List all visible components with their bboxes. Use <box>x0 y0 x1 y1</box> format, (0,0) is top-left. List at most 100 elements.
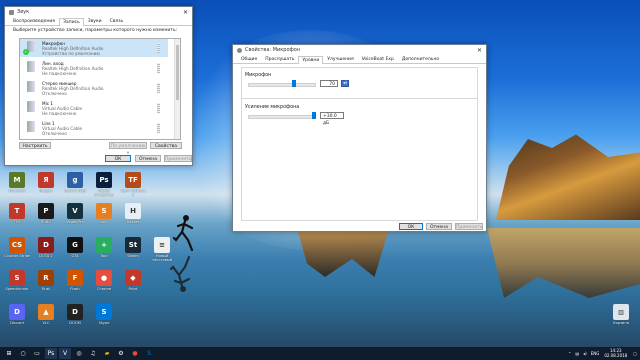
tab-voiceboat[interactable]: VoiceBoat Exp <box>358 55 398 63</box>
device-item[interactable]: Лин. вход Realtek High Definition Audio Не… <box>20 59 168 77</box>
desktop-icon[interactable]: D DOTA 2 <box>33 237 59 258</box>
set-default-button[interactable]: По умолчанию ▾ <box>109 142 147 156</box>
boost-track[interactable] <box>248 115 316 119</box>
tab-listen[interactable]: Прослушать <box>261 55 298 63</box>
levels-panel: Микрофон 70 ◂) Усиление микрофона +30.0 … <box>241 67 478 221</box>
desktop-icon[interactable]: St Steam <box>120 237 146 258</box>
props-dialog-titlebar[interactable]: Свойства: Микрофон ✕ <box>233 45 486 55</box>
taskbar-sound-icon[interactable]: ♫ <box>87 348 99 359</box>
desktop-icon[interactable]: D Discord <box>4 304 30 325</box>
desktop-icon[interactable]: TF Team Fortress 2 <box>120 172 146 197</box>
mute-speaker-icon[interactable]: ◂) <box>341 80 349 87</box>
close-icon[interactable]: ✕ <box>183 9 188 16</box>
wallpaper-rock-reflection <box>487 228 640 298</box>
taskbar-chrome-icon[interactable]: ● <box>129 348 141 359</box>
props-dialog-title: Свойства: Микрофон <box>245 47 301 53</box>
recycle-bin[interactable]: ▥ Корзина <box>608 304 634 325</box>
desktop-icon-label: PUBG <box>41 220 51 224</box>
device-item[interactable]: Стерео микшер Realtek High Definition Aud… <box>20 79 168 97</box>
desktop-icon[interactable]: g Garry's Mod <box>62 172 88 193</box>
desktop-icon[interactable]: CS Counter-Strike <box>4 237 30 258</box>
app-icon: D <box>9 304 25 320</box>
mic-level-thumb[interactable] <box>292 80 297 87</box>
props-ok-button[interactable]: ОК <box>399 223 423 230</box>
device-status: Не подключено <box>42 71 77 76</box>
desktop-icon[interactable]: V Vegas Pro <box>62 203 88 224</box>
desktop-icon[interactable]: S Skype <box>91 304 117 325</box>
search-icon[interactable]: ○ <box>17 348 29 359</box>
app-icon: Я <box>38 172 54 188</box>
language-indicator[interactable]: ENG <box>591 351 600 356</box>
close-icon[interactable]: ✕ <box>477 47 482 54</box>
chevron-up-icon[interactable]: ⌃ <box>568 351 571 356</box>
desktop-icon[interactable]: + Tool <box>91 237 117 258</box>
tab-levels[interactable]: Уровни <box>298 56 324 64</box>
scrollbar-thumb[interactable] <box>176 45 179 100</box>
props-cancel-button[interactable]: Отмена <box>426 223 452 230</box>
taskbar-vegas-icon[interactable]: V <box>59 348 71 359</box>
taskbar-photoshop-icon[interactable]: Ps <box>45 348 57 359</box>
tab-general[interactable]: Общие <box>237 55 261 63</box>
device-item[interactable]: ✓ Микрофон Realtek High Definition Audio Ус… <box>20 39 168 57</box>
network-icon[interactable]: ▤ <box>575 351 579 356</box>
desktop-icon[interactable]: ≡ Новый текстовый <box>149 237 175 262</box>
desktop-icon[interactable]: F Flash <box>62 270 88 291</box>
desktop-icon[interactable]: T TF2 <box>4 203 30 224</box>
boost-thumb[interactable] <box>312 112 316 119</box>
level-meter <box>157 63 160 73</box>
app-icon: S <box>96 203 112 219</box>
desktop-icon-label: Новый текстовый <box>151 254 173 262</box>
desktop-icon[interactable]: ▲ VLC <box>33 304 59 325</box>
tab-playback[interactable]: Воспроизведение <box>9 17 59 25</box>
recycle-bin-icon: ▥ <box>613 304 629 320</box>
device-list-scrollbar[interactable] <box>174 39 180 139</box>
device-list: ✓ Микрофон Realtek High Definition Audio Ус… <box>19 38 181 140</box>
desktop-icon[interactable]: P PUBG <box>33 203 59 224</box>
taskbar-explorer-icon[interactable]: ▰ <box>101 348 113 359</box>
desktop-icon[interactable]: S Speedrunner <box>4 270 30 291</box>
tab-communications[interactable]: Связь <box>106 17 128 25</box>
tab-recording[interactable]: Запись <box>59 18 84 26</box>
tab-sounds[interactable]: Звуки <box>84 17 106 25</box>
boost-label: Усиление микрофона <box>245 105 300 110</box>
app-icon: G <box>67 237 83 253</box>
device-item[interactable]: Mic 1 Virtual Audio Cable Не подключено <box>20 99 168 117</box>
desktop-icon[interactable]: ◆ Paint <box>120 270 146 291</box>
start-windows-icon[interactable]: ⊞ <box>3 348 15 359</box>
desktop-icon[interactable]: R Rust <box>33 270 59 291</box>
desktop-icon[interactable]: Ps Adobe Photoshop <box>91 172 117 197</box>
desktop-icon[interactable]: M Minecraft <box>4 172 30 193</box>
taskbar-skype-icon[interactable]: S <box>143 348 155 359</box>
sound-dialog-titlebar[interactable]: Звук ✕ <box>5 7 192 17</box>
desktop-icon[interactable]: H Hacker <box>120 203 146 224</box>
device-text: Стерео микшер Realtek High Definition Aud… <box>42 81 103 97</box>
tab-advanced[interactable]: Дополнительно <box>398 55 443 63</box>
tab-enhancements[interactable]: Улучшения <box>323 55 357 63</box>
device-item[interactable]: Line 1 Virtual Audio Cable Отключено <box>20 119 168 137</box>
volume-icon[interactable]: ◂) <box>583 351 587 356</box>
properties-button[interactable]: Свойства <box>150 142 182 149</box>
task-view-icon[interactable]: ▭ <box>31 348 43 359</box>
wallpaper-runner <box>172 215 194 252</box>
taskbar-steam-icon[interactable]: ◎ <box>73 348 85 359</box>
notification-icon[interactable]: ▢ <box>633 351 637 356</box>
configure-button[interactable]: Настроить <box>19 142 51 149</box>
clock[interactable]: 14:23 02.08.2018 <box>604 348 627 358</box>
mic-level-track[interactable] <box>248 83 316 87</box>
instruction-text: Выберите устройство записи, параметры ко… <box>13 28 178 33</box>
desktop-icon[interactable]: S Sony <box>91 203 117 224</box>
desktop-icon[interactable]: D DOOM <box>62 304 88 325</box>
app-icon: D <box>38 237 54 253</box>
cancel-button[interactable]: Отмена <box>135 155 161 162</box>
apply-button[interactable]: Применить <box>164 155 192 162</box>
app-icon: M <box>9 172 25 188</box>
app-icon: ◆ <box>125 270 141 286</box>
desktop-icon[interactable]: G GTA <box>62 237 88 258</box>
ok-button[interactable]: ОК <box>105 155 131 162</box>
mic-level-value[interactable]: 70 <box>320 80 338 87</box>
props-apply-button[interactable]: Применить <box>455 223 483 230</box>
boost-value: +30.0 дБ <box>320 112 344 126</box>
taskbar-app-icon[interactable]: ⚙ <box>115 348 127 359</box>
desktop-icon[interactable]: Я Яндекс <box>33 172 59 193</box>
desktop-icon[interactable]: ● Chrome <box>91 270 117 291</box>
